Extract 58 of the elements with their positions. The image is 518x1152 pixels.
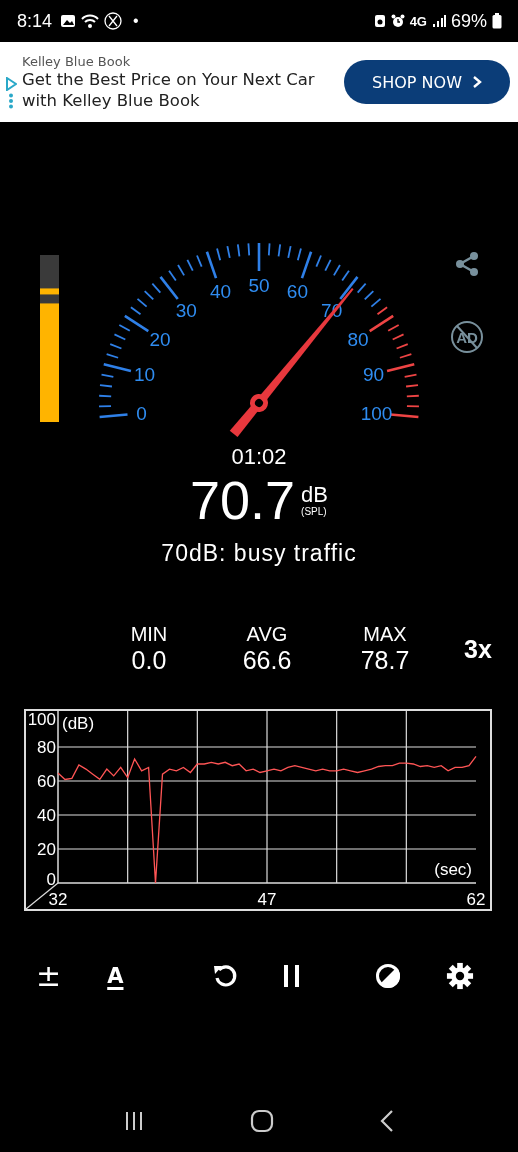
settings-icon[interactable]: [446, 961, 474, 991]
play-triangle-icon: [5, 77, 17, 91]
axis-label: 100: [27, 710, 56, 729]
back-icon[interactable]: [379, 1109, 396, 1133]
scale-label: 0: [136, 403, 147, 425]
network-type: 4G: [409, 13, 427, 29]
axis-title: (dB): [62, 714, 95, 733]
battery-percent: 69%: [450, 10, 487, 32]
battery-icon: [492, 13, 502, 29]
axis-label: 0: [46, 870, 56, 889]
axis-label: 47: [257, 890, 277, 909]
elapsed-time: 01:02: [231, 444, 287, 470]
contrast-icon[interactable]: [374, 962, 402, 990]
stat-label: MAX: [363, 623, 407, 645]
weighting-label: (SPL): [301, 505, 327, 517]
scale-label: 60: [286, 281, 308, 303]
wifi-icon: [81, 13, 100, 29]
stat-value: 78.7: [360, 645, 410, 675]
clock-time: 8:14: [17, 10, 53, 32]
stat-label: MIN: [130, 623, 168, 645]
home-icon[interactable]: [250, 1109, 274, 1133]
alarm-icon: [390, 14, 405, 28]
noise-description: 70dB: busy traffic: [161, 540, 357, 567]
zoom-button[interactable]: 3x: [464, 634, 492, 664]
stat-label: AVG: [246, 623, 288, 645]
chevron-right-icon: [471, 75, 482, 89]
pause-icon[interactable]: [281, 963, 302, 989]
notification-dot: •: [133, 12, 139, 30]
ad-headline: Get the Best Price on Your Next Car with Kelley Blue Book: [22, 69, 316, 111]
share-icon[interactable]: [456, 252, 478, 276]
scale-label: 30: [175, 300, 197, 321]
scale-label: 100: [360, 403, 393, 425]
tool-button[interactable]: ±: [36, 961, 62, 991]
scale-label: 40: [210, 281, 232, 303]
x-circle-icon: [104, 12, 123, 30]
scale-label: 20: [149, 328, 171, 350]
scale-label: 80: [347, 328, 369, 350]
shop-now-button[interactable]: SHOP NOW: [344, 60, 510, 104]
more-dots-icon: [8, 93, 14, 109]
axis-label: 60: [37, 772, 56, 791]
axis-label: 32: [48, 890, 68, 909]
advertiser-name: Kelley Blue Book: [22, 53, 132, 69]
axis-label: 80: [37, 738, 56, 757]
image-icon: [60, 14, 77, 28]
scale-label: 50: [248, 275, 270, 296]
scale-label: 90: [362, 364, 385, 386]
decibel-reading: 70.7: [190, 469, 296, 531]
stat-value: 66.6: [242, 645, 292, 675]
signal-icon: [431, 14, 446, 28]
reset-icon[interactable]: [211, 963, 238, 989]
scale-label: 10: [133, 364, 156, 386]
tool-button[interactable]: A: [105, 961, 126, 991]
stat-value: 0.0: [131, 645, 167, 675]
unit-label: dB: [301, 483, 328, 506]
axis-title: (sec): [434, 860, 472, 879]
axis-label: 62: [466, 890, 486, 909]
axis-label: 20: [37, 840, 56, 859]
axis-label: 40: [37, 806, 56, 825]
